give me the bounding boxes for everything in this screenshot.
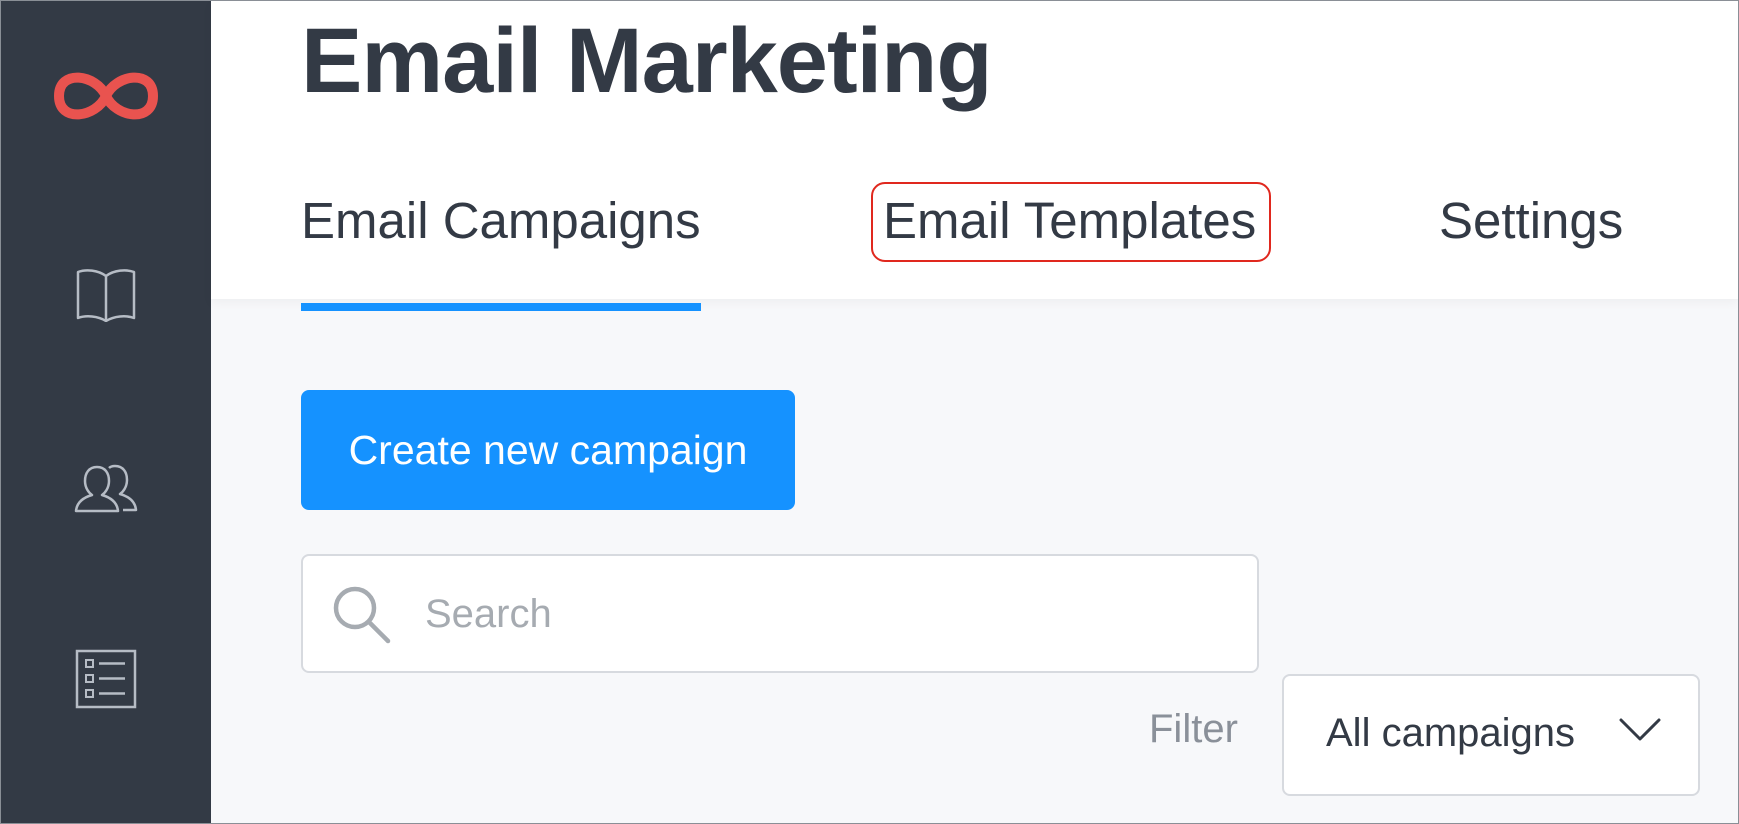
search-icon xyxy=(331,584,393,651)
sidebar xyxy=(1,1,211,823)
search-box xyxy=(301,554,1259,673)
main-content: Email Marketing Email Campaigns Email Te… xyxy=(211,1,1738,823)
page-header: Email Marketing Email Campaigns Email Te… xyxy=(211,1,1738,299)
app-window: Email Marketing Email Campaigns Email Te… xyxy=(0,0,1739,824)
checklist-icon[interactable] xyxy=(1,649,211,709)
create-campaign-button[interactable]: Create new campaign xyxy=(301,390,795,510)
infinity-logo-icon[interactable] xyxy=(1,61,211,131)
filter-label: Filter xyxy=(1149,707,1238,751)
active-tab-indicator xyxy=(301,303,701,311)
chevron-down-icon xyxy=(1618,716,1662,749)
filter-selected-value: All campaigns xyxy=(1326,711,1576,755)
search-input[interactable] xyxy=(423,556,1227,673)
book-icon[interactable] xyxy=(1,266,211,322)
page-title: Email Marketing xyxy=(301,10,993,112)
contacts-icon[interactable] xyxy=(1,461,211,515)
tab-highlight-box xyxy=(871,182,1271,262)
campaign-filter-dropdown[interactable]: All campaigns xyxy=(1282,674,1700,796)
tab-email-campaigns[interactable]: Email Campaigns xyxy=(301,191,701,251)
tab-settings[interactable]: Settings xyxy=(1439,191,1623,251)
